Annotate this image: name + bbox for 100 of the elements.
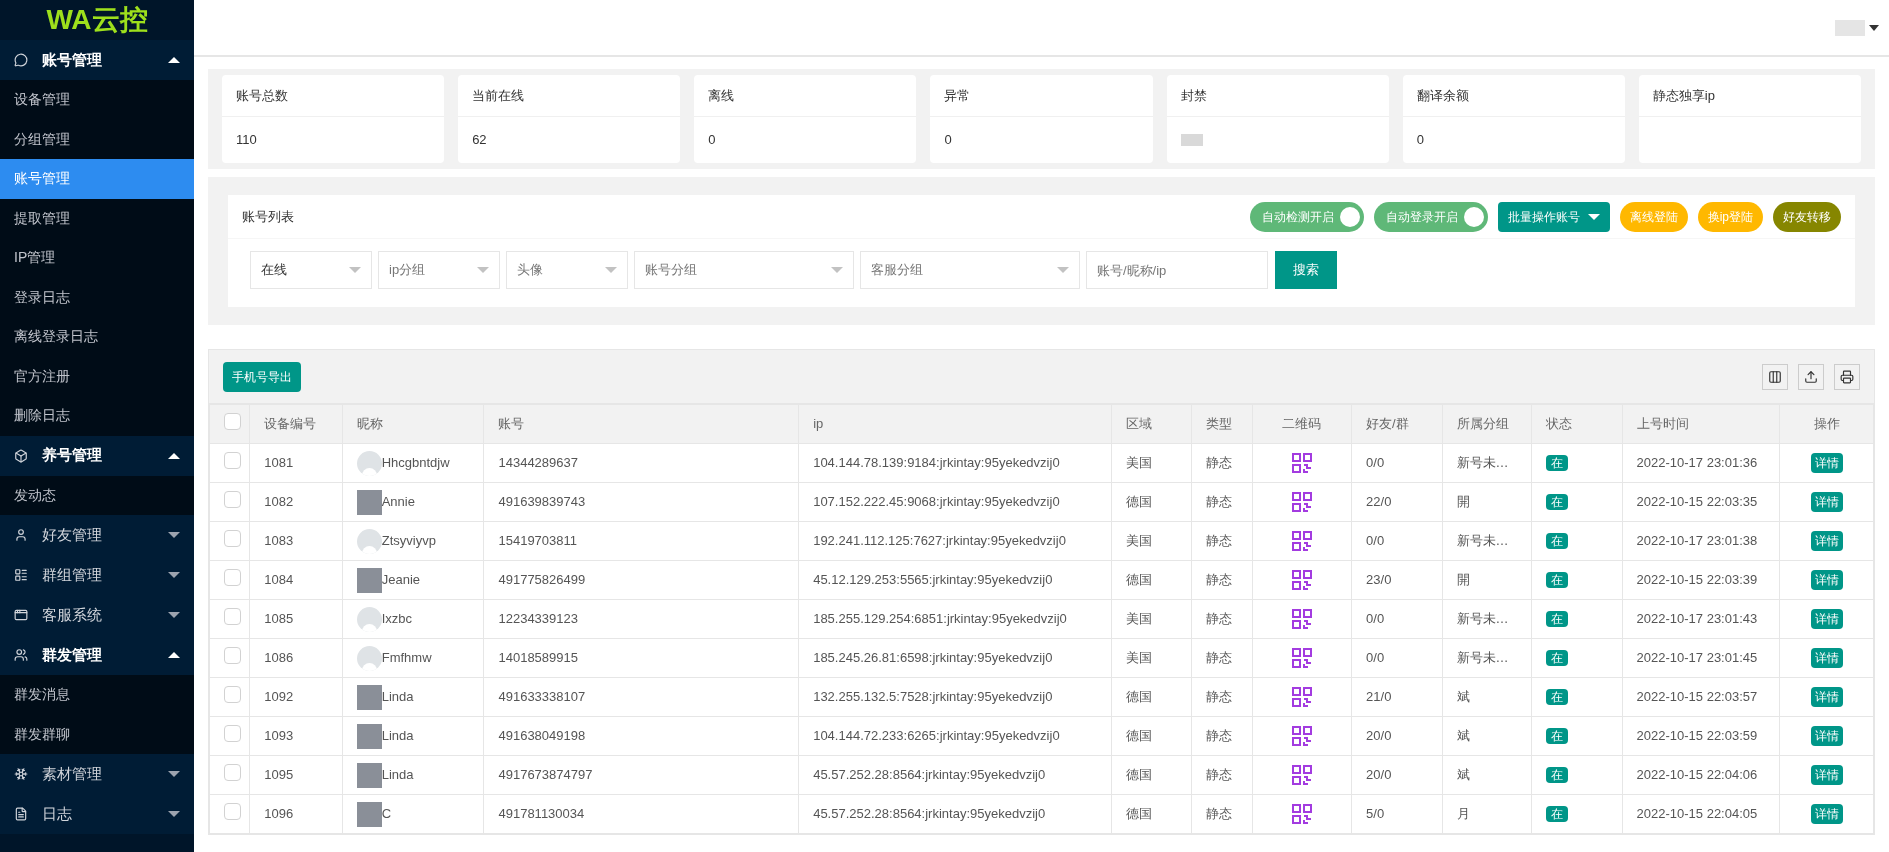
qr-code-icon[interactable] bbox=[1291, 609, 1312, 630]
select-field[interactable]: 在线 bbox=[250, 251, 372, 289]
table-cell: 185.255.129.254:6851:jrkintay:95yekedvzij0 bbox=[798, 599, 1112, 639]
sidebar-group[interactable]: 日志 bbox=[0, 794, 194, 834]
table-cell: 132.255.132.5:7528:jrkintay:95yekedvzij0 bbox=[798, 677, 1112, 717]
details-button[interactable]: 详情 bbox=[1810, 570, 1843, 590]
select-field[interactable]: 头像 bbox=[506, 251, 628, 289]
sidebar-item[interactable]: 官方注册 bbox=[0, 356, 194, 396]
sidebar-group[interactable]: 素材管理 bbox=[0, 754, 194, 794]
checkbox[interactable] bbox=[224, 529, 241, 547]
table-cell: 491781130034 bbox=[483, 794, 799, 834]
qr-code-icon[interactable] bbox=[1291, 687, 1312, 708]
table-cell: 5/0 bbox=[1351, 794, 1443, 834]
table-cell: 新号未… bbox=[1442, 599, 1532, 639]
table-cell: 1096 bbox=[249, 794, 343, 834]
sidebar-item[interactable]: 离线登录日志 bbox=[0, 317, 194, 357]
qr-code-icon[interactable] bbox=[1291, 726, 1312, 747]
details-button[interactable]: 详情 bbox=[1810, 453, 1843, 473]
details-button[interactable]: 详情 bbox=[1810, 648, 1843, 668]
sidebar-item[interactable]: 提取管理 bbox=[0, 198, 194, 238]
sidebar-item[interactable]: 登录日志 bbox=[0, 277, 194, 317]
checkbox[interactable] bbox=[224, 685, 241, 703]
checkbox[interactable] bbox=[224, 568, 241, 586]
checkbox[interactable] bbox=[224, 724, 241, 742]
checkbox[interactable] bbox=[224, 763, 241, 781]
qr-code-icon[interactable] bbox=[1291, 531, 1312, 552]
details-button[interactable]: 详情 bbox=[1810, 609, 1843, 629]
table-cell: 23/0 bbox=[1351, 560, 1443, 600]
action-button[interactable]: 好友转移 bbox=[1773, 201, 1841, 232]
nickname: Fmfhmw bbox=[381, 649, 432, 668]
details-button[interactable]: 详情 bbox=[1810, 804, 1843, 824]
table-cell: 德国 bbox=[1111, 677, 1192, 717]
table-cell: 2022-10-15 22:04:06 bbox=[1622, 755, 1780, 795]
sidebar-group[interactable]: 养号管理 bbox=[0, 435, 194, 476]
sidebar-item[interactable]: 设备管理 bbox=[0, 80, 194, 120]
sidebar-item[interactable]: 发动态 bbox=[0, 475, 194, 515]
list-icon bbox=[14, 568, 28, 582]
qr-code-icon[interactable] bbox=[1291, 570, 1312, 591]
checkbox[interactable] bbox=[224, 607, 241, 625]
table-cell: 静态 bbox=[1191, 638, 1253, 678]
qr-code-icon[interactable] bbox=[1291, 648, 1312, 669]
chat-icon bbox=[14, 53, 28, 67]
details-button[interactable]: 详情 bbox=[1810, 765, 1843, 785]
sidebar-group[interactable]: 群组管理 bbox=[0, 555, 194, 595]
table-cell: 185.245.26.81:6598:jrkintay:95yekedvzij0 bbox=[798, 638, 1112, 678]
sidebar-item[interactable]: 群发群聊 bbox=[0, 714, 194, 754]
print-icon[interactable] bbox=[1834, 363, 1860, 390]
select-field[interactable]: ip分组 bbox=[378, 251, 500, 289]
column-header: 上号时间 bbox=[1622, 404, 1780, 444]
details-button[interactable]: 详情 bbox=[1810, 531, 1843, 551]
checkbox[interactable] bbox=[224, 451, 241, 469]
export-button[interactable]: 手机号导出 bbox=[223, 361, 301, 392]
details-button[interactable]: 详情 bbox=[1810, 492, 1843, 512]
search-button[interactable]: 搜索 bbox=[1275, 251, 1337, 289]
checkbox[interactable] bbox=[224, 412, 241, 430]
dropdown-button[interactable]: 批量操作账号 bbox=[1497, 201, 1610, 232]
details-button[interactable]: 详情 bbox=[1810, 687, 1843, 707]
select-field[interactable]: 客服分组 bbox=[860, 251, 1080, 289]
table-cell: 104.144.72.233:6265:jrkintay:95yekedvzij0 bbox=[798, 716, 1112, 756]
table-cell: 新号未… bbox=[1442, 521, 1532, 561]
table-cell: 德国 bbox=[1111, 716, 1192, 756]
status-badge: 在 bbox=[1546, 455, 1569, 472]
sidebar-item[interactable]: IP管理 bbox=[0, 238, 194, 278]
sidebar-group[interactable]: 好友管理 bbox=[0, 515, 194, 555]
sidebar-item[interactable]: 账号管理 bbox=[0, 159, 194, 199]
window-icon bbox=[14, 608, 28, 622]
table-cell: 開 bbox=[1442, 482, 1532, 522]
columns-icon[interactable] bbox=[1762, 363, 1788, 390]
checkbox[interactable] bbox=[224, 646, 241, 664]
qr-code-icon[interactable] bbox=[1291, 492, 1312, 513]
table-cell: 104.144.78.139:9184:jrkintay:95yekedvzij0 bbox=[798, 443, 1112, 483]
nickname: C bbox=[381, 805, 392, 824]
qr-code-icon[interactable] bbox=[1291, 804, 1312, 825]
checkbox[interactable] bbox=[224, 802, 241, 820]
table-cell: 491639839743 bbox=[483, 482, 799, 522]
export-icon[interactable] bbox=[1798, 363, 1824, 390]
details-button[interactable]: 详情 bbox=[1810, 726, 1843, 746]
table-cell: 開 bbox=[1442, 560, 1532, 600]
qr-code-icon[interactable] bbox=[1291, 453, 1312, 474]
sidebar-item[interactable]: 分组管理 bbox=[0, 119, 194, 159]
table-cell: 192.241.112.125:7627:jrkintay:95yekedvzij0 bbox=[798, 521, 1112, 561]
sidebar-group[interactable]: 客服系统 bbox=[0, 595, 194, 635]
sidebar-item[interactable]: 删除日志 bbox=[0, 396, 194, 436]
status-badge: 在 bbox=[1546, 494, 1569, 511]
table-cell: 德国 bbox=[1111, 755, 1192, 795]
select-field[interactable]: 账号分组 bbox=[634, 251, 854, 289]
stat-label: 翻译余额 bbox=[1416, 86, 1469, 105]
table-cell: 21/0 bbox=[1351, 677, 1443, 717]
checkbox[interactable] bbox=[224, 490, 241, 508]
sidebar-item[interactable]: 群发消息 bbox=[0, 675, 194, 715]
table-cell: 2022-10-15 22:03:35 bbox=[1622, 482, 1780, 522]
stat-label: 当前在线 bbox=[472, 86, 525, 105]
search-field[interactable]: 账号/昵称/ip bbox=[1086, 251, 1268, 289]
table-cell: 0/0 bbox=[1351, 638, 1443, 678]
sidebar-group[interactable]: 账号管理 bbox=[0, 40, 194, 80]
caret-down-icon bbox=[477, 267, 489, 273]
qr-code-icon[interactable] bbox=[1291, 765, 1312, 786]
column-header: 所属分组 bbox=[1442, 404, 1532, 444]
table-cell: 1085 bbox=[249, 599, 343, 639]
sidebar-group[interactable]: 群发管理 bbox=[0, 635, 194, 675]
